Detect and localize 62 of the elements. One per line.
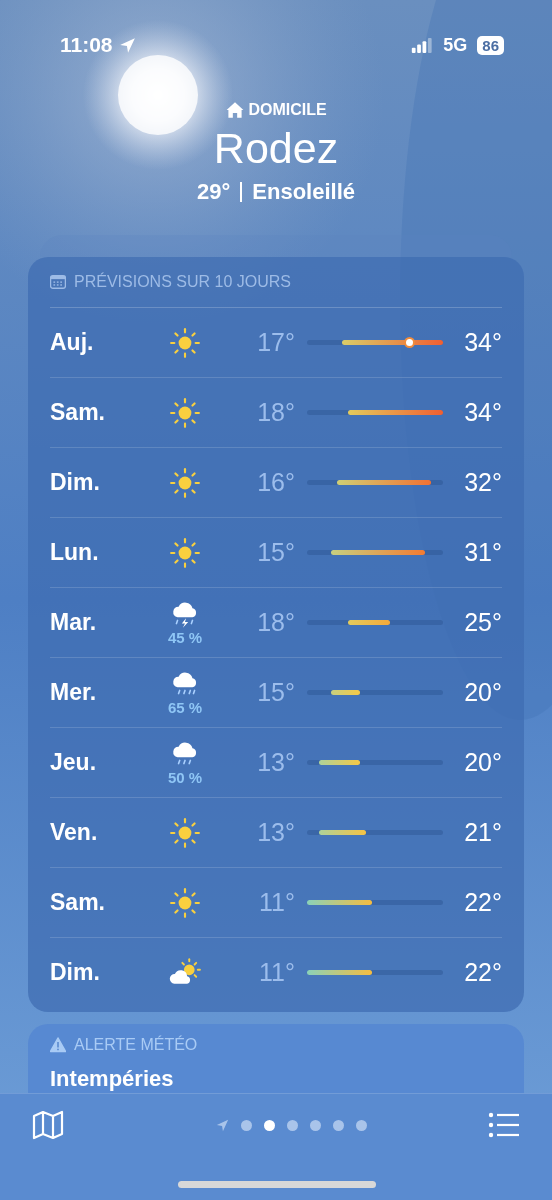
high-temperature: 21° (463, 818, 502, 847)
high-temperature: 20° (463, 678, 502, 707)
high-temperature: 32° (463, 468, 502, 497)
low-temperature: 18° (256, 398, 295, 427)
high-temperature: 34° (463, 398, 502, 427)
sun-icon (169, 466, 201, 499)
low-temperature: 16° (256, 468, 295, 497)
place-label: DOMICILE (248, 101, 327, 119)
clock-time: 11:08 (60, 33, 113, 57)
high-temperature: 34° (463, 328, 502, 357)
day-label: Mar. (50, 609, 98, 636)
day-label: Sam. (50, 399, 106, 426)
page-dot[interactable] (286, 1119, 298, 1131)
low-temperature: 18° (256, 608, 295, 637)
day-label: Dim. (50, 959, 101, 986)
low-temperature: 13° (256, 818, 295, 847)
page-dot[interactable] (240, 1119, 252, 1131)
warning-icon (50, 1037, 66, 1053)
page-dot[interactable] (355, 1119, 367, 1131)
page-dot[interactable] (332, 1119, 344, 1131)
sun-icon (169, 816, 201, 849)
day-label: Jeu. (50, 749, 98, 776)
high-temperature: 20° (463, 748, 502, 777)
location-page-icon[interactable] (215, 1118, 229, 1132)
low-temperature: 15° (256, 538, 295, 567)
low-temperature: 11° (258, 888, 295, 917)
high-temperature: 22° (463, 958, 502, 987)
map-button[interactable] (30, 1108, 66, 1142)
day-label: Dim. (50, 469, 101, 496)
section-title: PRÉVISIONS SUR 10 JOURS (74, 273, 291, 291)
separator-bar (240, 182, 243, 202)
day-label: Ven. (50, 819, 99, 846)
low-temperature: 15° (256, 678, 295, 707)
high-temperature: 22° (463, 888, 502, 917)
low-temperature: 13° (256, 748, 295, 777)
page-dot[interactable] (263, 1119, 275, 1131)
day-label: Mer. (50, 679, 98, 706)
precipitation-chance: 50 % (167, 769, 203, 786)
current-temperature: 29° (197, 179, 231, 205)
location-arrow-icon (118, 36, 136, 54)
precipitation-chance: 45 % (167, 629, 203, 646)
high-temperature: 31° (463, 538, 502, 567)
low-temperature: 17° (256, 328, 295, 357)
sun-icon (169, 396, 201, 429)
sun-icon (169, 536, 201, 569)
calendar-icon (50, 274, 66, 290)
low-temperature: 11° (258, 958, 295, 987)
network-label: 5G (443, 34, 468, 56)
day-label: Lun. (50, 539, 100, 566)
day-label: Sam. (50, 889, 106, 916)
alert-headline: Intempéries (50, 1066, 175, 1092)
sun-icon (169, 326, 201, 359)
condition-text: Ensoleillé (252, 179, 355, 205)
city-name: Rodez (213, 123, 339, 174)
high-temperature: 25° (463, 608, 502, 637)
page-dot[interactable] (309, 1119, 321, 1131)
day-label: Auj. (50, 329, 95, 356)
signal-icon (411, 37, 434, 53)
sun-icon (169, 886, 201, 919)
precipitation-chance: 65 % (167, 699, 203, 716)
section-title: ALERTE MÉTÉO (74, 1036, 198, 1054)
home-icon (225, 101, 246, 119)
